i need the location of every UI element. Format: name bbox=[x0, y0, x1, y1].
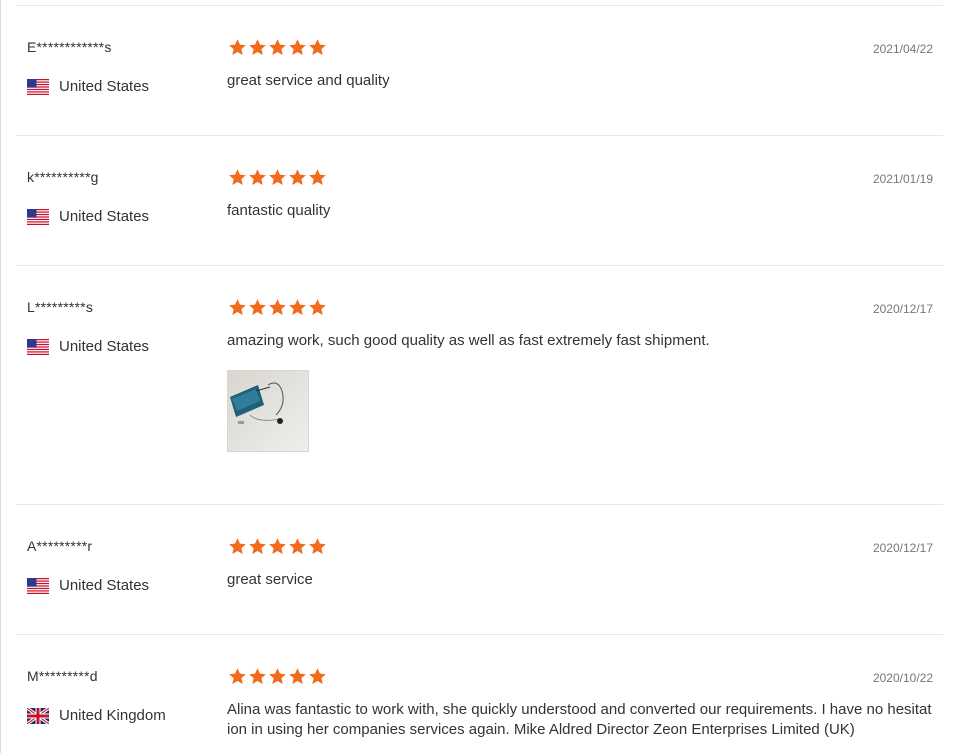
review-date: 2020/12/17 bbox=[872, 541, 933, 555]
review-date: 2021/01/19 bbox=[872, 172, 933, 186]
reviewer-country: United States bbox=[27, 78, 149, 95]
star-icon bbox=[309, 39, 326, 56]
review-text: great service and quality bbox=[227, 72, 390, 89]
star-icon bbox=[269, 299, 286, 316]
review-photo-thumbnail[interactable] bbox=[227, 370, 309, 452]
star-icon bbox=[309, 299, 326, 316]
star-icon bbox=[289, 39, 306, 56]
reviewer-country: United States bbox=[27, 208, 149, 225]
reviewer-country: United States bbox=[27, 577, 149, 594]
star-icon bbox=[229, 538, 246, 555]
country-label: United States bbox=[59, 577, 150, 594]
star-rating bbox=[228, 168, 327, 187]
star-icon bbox=[229, 668, 246, 685]
country-label: United Kingdom bbox=[59, 707, 166, 724]
review-item: k**********g United States 2021/01/19 fa… bbox=[16, 136, 943, 266]
review-item: M*********d United Kingdom 2020/10/22 Al… bbox=[16, 635, 943, 753]
reviewer-name: L*********s bbox=[27, 299, 94, 315]
star-icon bbox=[249, 299, 266, 316]
star-icon bbox=[289, 299, 306, 316]
star-icon bbox=[249, 39, 266, 56]
uk-flag-icon bbox=[27, 707, 49, 724]
star-icon bbox=[289, 668, 306, 685]
us-flag-icon bbox=[27, 208, 49, 225]
review-date: 2020/12/17 bbox=[872, 302, 933, 316]
star-rating bbox=[228, 298, 327, 317]
us-flag-icon bbox=[27, 577, 49, 594]
us-flag-icon bbox=[27, 338, 49, 355]
review-item: L*********s United States 2020/12/17 ama… bbox=[16, 266, 943, 505]
review-date: 2021/04/22 bbox=[872, 42, 933, 56]
star-icon bbox=[269, 668, 286, 685]
star-icon bbox=[269, 169, 286, 186]
star-rating bbox=[228, 667, 327, 686]
star-icon bbox=[269, 39, 286, 56]
star-rating bbox=[228, 38, 327, 57]
reviewer-country: United Kingdom bbox=[27, 707, 166, 724]
reviews-page: E************s United States 2021/04/22 … bbox=[0, 0, 956, 753]
reviewer-name: E************s bbox=[27, 39, 112, 55]
review-item: A*********r United States 2020/12/17 gre… bbox=[16, 505, 943, 635]
us-flag-icon bbox=[27, 78, 49, 95]
reviewer-name: k**********g bbox=[27, 169, 99, 185]
review-date: 2020/10/22 bbox=[872, 671, 933, 685]
star-icon bbox=[309, 668, 326, 685]
star-icon bbox=[269, 538, 286, 555]
star-icon bbox=[249, 668, 266, 685]
reviewer-name: M*********d bbox=[27, 668, 98, 684]
star-icon bbox=[249, 538, 266, 555]
star-icon bbox=[309, 538, 326, 555]
country-label: United States bbox=[59, 208, 150, 225]
product-photo-image bbox=[228, 371, 308, 451]
review-text: great service bbox=[227, 571, 313, 588]
star-icon bbox=[289, 538, 306, 555]
star-icon bbox=[229, 39, 246, 56]
star-icon bbox=[229, 299, 246, 316]
star-icon bbox=[249, 169, 266, 186]
country-label: United States bbox=[59, 338, 150, 355]
review-text: amazing work, such good quality as well … bbox=[227, 332, 710, 349]
review-text: fantastic quality bbox=[227, 202, 331, 219]
review-item: E************s United States 2021/04/22 … bbox=[16, 6, 943, 136]
left-border bbox=[0, 0, 1, 753]
reviewer-country: United States bbox=[27, 338, 149, 355]
star-rating bbox=[228, 537, 327, 556]
star-icon bbox=[229, 169, 246, 186]
star-icon bbox=[309, 169, 326, 186]
star-icon bbox=[289, 169, 306, 186]
reviewer-name: A*********r bbox=[27, 538, 93, 554]
country-label: United States bbox=[59, 78, 150, 95]
review-text: Alina was fantastic to work with, she qu… bbox=[227, 701, 932, 738]
review-list: E************s United States 2021/04/22 … bbox=[16, 5, 943, 753]
